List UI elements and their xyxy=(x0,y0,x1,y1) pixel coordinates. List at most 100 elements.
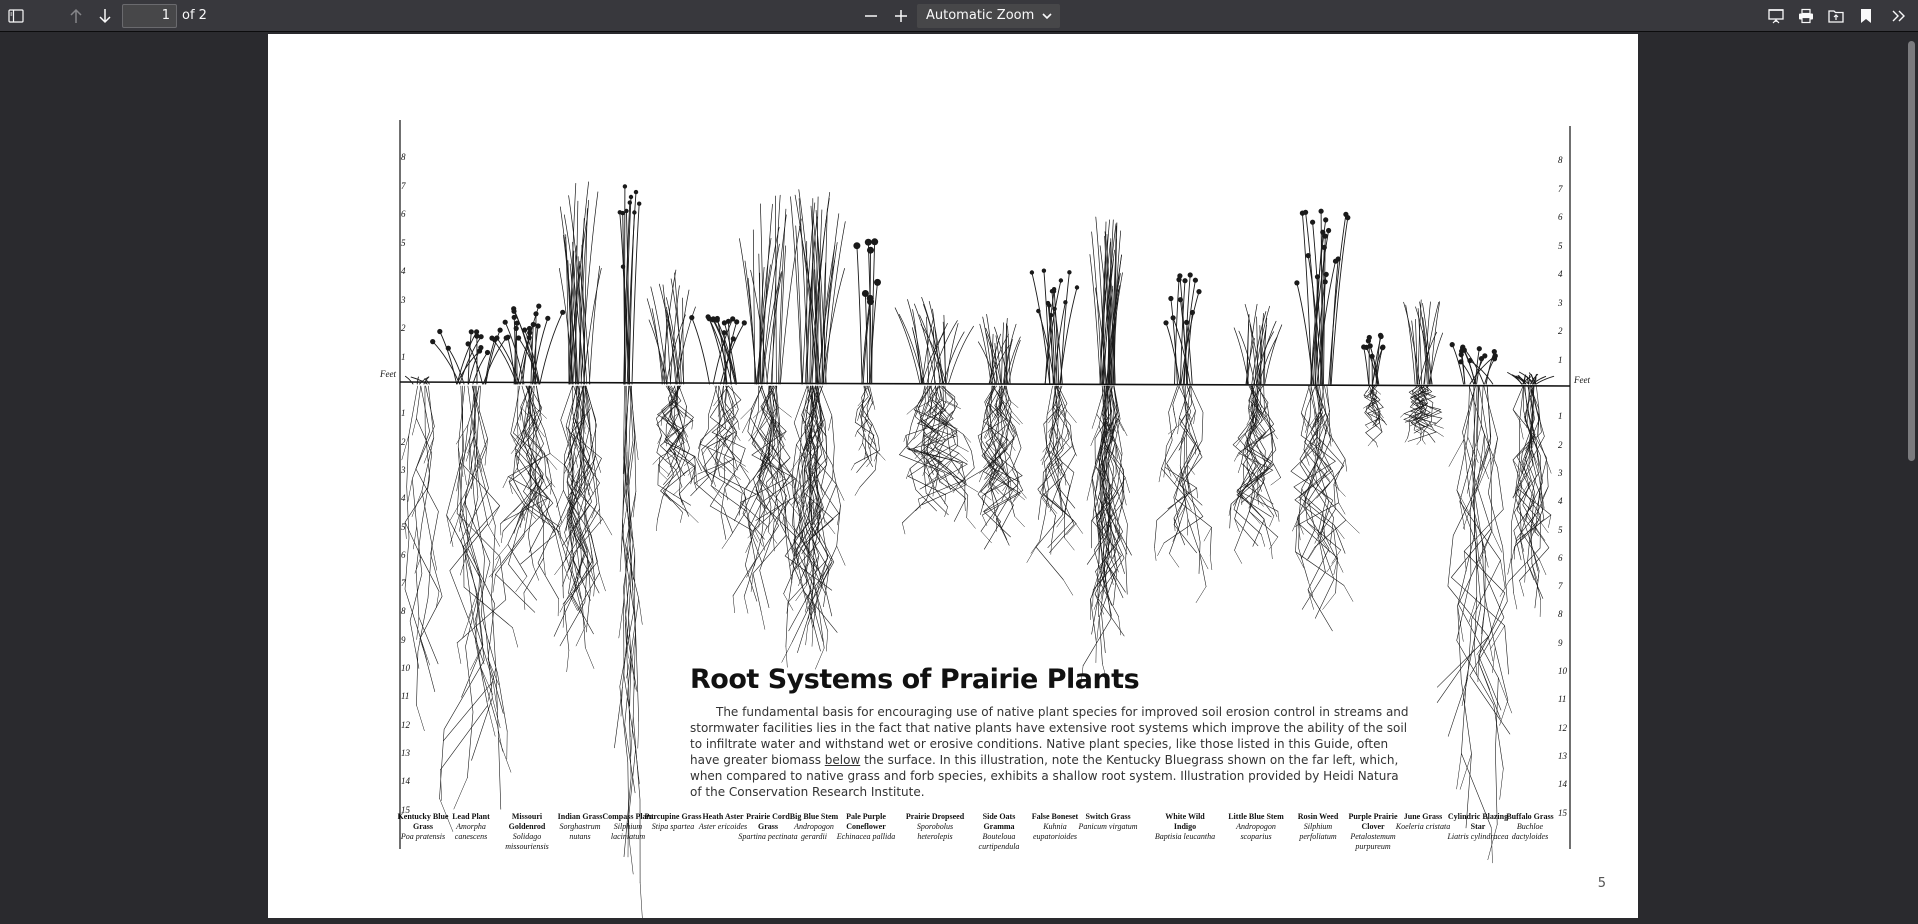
plant-common-name: White Wild Indigo xyxy=(1165,812,1205,831)
scale-tick-below: 5 xyxy=(1558,524,1563,535)
scale-tick-below: 11 xyxy=(1558,694,1567,705)
plant-label: June Grass Koeleria cristata xyxy=(1392,812,1454,832)
minus-icon xyxy=(865,15,877,17)
scale-tick-above: 6 xyxy=(1558,212,1563,222)
plant-scientific-name: Silphium perfoliatum xyxy=(1299,822,1337,841)
scale-tick-above: 2 xyxy=(1558,326,1563,336)
previous-page-button[interactable] xyxy=(63,4,89,28)
scale-tick-below: 6 xyxy=(401,549,406,560)
scale-tick-above: 2 xyxy=(401,323,406,333)
plant-common-name: Buffalo Grass xyxy=(1506,812,1554,821)
plant-common-name: Prairie Dropseed xyxy=(905,812,965,821)
arrow-up-icon xyxy=(70,8,82,23)
scale-tick-above: 1 xyxy=(1558,354,1563,365)
scale-tick-above: 7 xyxy=(1558,183,1563,194)
plant-scientific-name: Petalostemum purpureum xyxy=(1350,832,1396,851)
tools-menu-button[interactable] xyxy=(1886,4,1912,28)
scale-tick-below: 12 xyxy=(1558,722,1567,733)
plant-scientific-name: Sporobolus heterolepis xyxy=(916,822,954,841)
plant-scientific-name: Baptisia leucantha xyxy=(1154,832,1216,841)
body-text-underlined: below xyxy=(824,753,861,767)
plant-scientific-name: Echinacea pallida xyxy=(836,832,896,841)
zoom-select[interactable]: Automatic Zoom xyxy=(917,4,1060,28)
plant-label: Side Oats Gramma Bouteloua curtipendula xyxy=(968,812,1030,852)
scale-tick-below: 14 xyxy=(1558,779,1567,790)
scale-tick-above: 8 xyxy=(1558,155,1563,165)
scale-tick-above: 7 xyxy=(401,180,406,191)
plant-scientific-name: Buchloe dactyloides xyxy=(1511,822,1549,841)
scale-tick-below: 2 xyxy=(1558,439,1563,450)
scale-tick-above: 8 xyxy=(401,152,406,162)
scale-tick-below: 1 xyxy=(1558,411,1563,422)
plant-label: Buffalo Grass Buchloe dactyloides xyxy=(1499,812,1561,842)
scale-tick-above: 4 xyxy=(401,266,406,276)
plant-label: Lead Plant Amorpha canescens xyxy=(440,812,502,842)
plant-scientific-name: Bouteloua curtipendula xyxy=(978,832,1020,851)
zoom-in-button[interactable] xyxy=(888,4,914,28)
plant-common-name: June Grass xyxy=(1403,812,1443,821)
plant-label: Rosin Weed Silphium perfoliatum xyxy=(1287,812,1349,842)
page-number-input[interactable]: 1 xyxy=(122,4,177,28)
zoom-out-button[interactable] xyxy=(858,4,884,28)
scale-tick-below: 11 xyxy=(401,691,410,702)
scale-tick-below: 12 xyxy=(401,719,410,730)
pdf-toolbar: 1 of 2 Automatic Zoom xyxy=(0,0,1918,32)
open-file-icon xyxy=(1828,10,1844,23)
plant-label: Little Blue Stem Andropogon scoparius xyxy=(1225,812,1287,842)
scale-tick-below: 8 xyxy=(1558,609,1563,620)
scale-tick-below: 5 xyxy=(401,521,406,532)
scale-tick-above: 3 xyxy=(1558,297,1563,308)
plant-common-name: Pale Purple Coneflower xyxy=(846,812,886,831)
presentation-mode-button[interactable] xyxy=(1763,4,1789,28)
scale-label-right: Feet xyxy=(1574,375,1590,385)
plant-common-name: Side Oats Gramma xyxy=(982,812,1016,831)
plant-scientific-name: Panicum virgatum xyxy=(1078,822,1138,831)
scrollbar-thumb[interactable] xyxy=(1908,41,1915,461)
plant-label: Prairie Dropseed Sporobolus heterolepis xyxy=(904,812,966,842)
scale-tick-above: 5 xyxy=(1558,240,1563,251)
scale-tick-below: 1 xyxy=(401,408,406,419)
print-button[interactable] xyxy=(1793,4,1819,28)
plant-common-name: Rosin Weed xyxy=(1297,812,1339,821)
bookmark-icon xyxy=(1861,9,1871,23)
sidebar-toggle-icon[interactable] xyxy=(3,4,29,28)
scale-tick-below: 7 xyxy=(1558,581,1563,592)
pdf-page: 8 7 6 5 4 3 2 1 1 2 3 4 5 6 7 8 9 10 11 12 13 14 15 8765432112… xyxy=(268,34,1638,918)
plant-scientific-name: Amorpha canescens xyxy=(454,822,488,841)
scale-tick-below: 9 xyxy=(1558,637,1563,648)
scale-tick-below: 4 xyxy=(401,493,406,504)
scale-tick-above: 6 xyxy=(401,209,406,219)
plant-scientific-name: Koeleria cristata xyxy=(1395,822,1451,831)
scale-tick-above: 1 xyxy=(401,351,406,362)
print-icon xyxy=(1799,8,1813,24)
scale-tick-below: 3 xyxy=(1558,467,1563,478)
page-count-label: of 2 xyxy=(182,8,207,23)
plant-label: White Wild Indigo Baptisia leucantha xyxy=(1154,812,1216,842)
plant-common-name: Lead Plant xyxy=(452,812,490,821)
arrow-down-icon xyxy=(99,9,111,24)
body-paragraph: The fundamental basis for encouraging us… xyxy=(690,704,1410,800)
scale-tick-below: 14 xyxy=(401,776,410,787)
open-file-button[interactable] xyxy=(1823,4,1849,28)
scale-tick-below: 7 xyxy=(401,578,406,589)
scale-tick-below: 10 xyxy=(1558,666,1567,676)
scale-tick-below: 8 xyxy=(401,606,406,617)
next-page-button[interactable] xyxy=(92,4,118,28)
bookmark-button[interactable] xyxy=(1853,4,1879,28)
zoom-select-value: Automatic Zoom xyxy=(926,8,1035,23)
plant-label: Pale Purple Coneflower Echinacea pallida xyxy=(835,812,897,842)
plant-label: Switch Grass Panicum virgatum xyxy=(1077,812,1139,832)
scale-tick-above: 3 xyxy=(401,294,406,305)
plant-common-name: Little Blue Stem xyxy=(1228,812,1284,821)
scale-tick-below: 9 xyxy=(401,634,406,645)
scale-tick-below: 2 xyxy=(401,436,406,447)
page-number: 5 xyxy=(1597,876,1606,891)
scale-tick-above: 4 xyxy=(1558,269,1563,279)
scale-tick-below: 13 xyxy=(1558,750,1567,761)
scale-label-left: Feet xyxy=(380,369,396,379)
page-title: Root Systems of Prairie Plants xyxy=(690,664,1140,695)
plant-scientific-name: Andropogon scoparius xyxy=(1236,822,1276,841)
scale-tick-above: 5 xyxy=(401,237,406,248)
scale-tick-below: 6 xyxy=(1558,552,1563,563)
scale-tick-below: 4 xyxy=(1558,496,1563,507)
